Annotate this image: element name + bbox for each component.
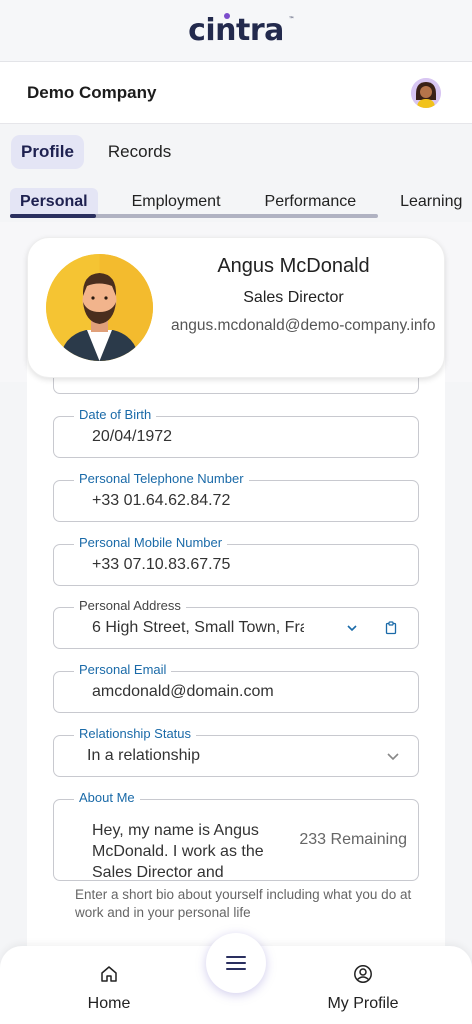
user-circle-icon (354, 965, 372, 983)
relationship-value: In a relationship (87, 747, 200, 764)
personal-email-value: amcdonald@domain.com (92, 683, 274, 700)
tab-learning[interactable]: Learning (390, 188, 472, 216)
trademark: ™ (288, 16, 294, 23)
nav-my-profile-label: My Profile (327, 995, 399, 1012)
clipboard-icon[interactable] (384, 621, 398, 635)
nav-my-profile[interactable]: My Profile (303, 964, 423, 1013)
dob-field[interactable]: Date of Birth 20/04/1972 (53, 407, 419, 458)
nav-home[interactable]: Home (49, 964, 169, 1013)
logo-text: cintra (188, 13, 284, 48)
address-field[interactable]: Personal Address 6 High Street, Small To… (53, 598, 419, 649)
address-label: Personal Address (74, 598, 186, 614)
dob-value: 20/04/1972 (92, 428, 173, 445)
about-me-textarea[interactable]: About Me Hey, my name is Angus McDonald.… (53, 790, 419, 881)
dob-label: Date of Birth (74, 407, 157, 423)
profile-email: angus.mcdonald@demo-company.info (171, 317, 436, 334)
main-tabs: Profile Records (0, 124, 472, 180)
tab-profile[interactable]: Profile (11, 135, 84, 169)
user-avatar[interactable] (411, 77, 441, 108)
home-icon (101, 966, 117, 982)
profile-avatar (46, 254, 153, 361)
menu-button[interactable] (206, 933, 266, 993)
chevron-down-icon[interactable] (386, 749, 400, 763)
telephone-value: +33 01.64.62.84.72 (92, 492, 231, 509)
char-remaining: 233 Remaining (299, 831, 407, 848)
relationship-label: Relationship Status (74, 726, 197, 742)
about-me-helper: Enter a short bio about yourself includi… (75, 887, 412, 920)
personal-email-label: Personal Email (74, 662, 172, 678)
mobile-value: +33 07.10.83.67.75 (92, 556, 231, 573)
personal-email-field[interactable]: Personal Email amcdonald@domain.com (53, 662, 419, 713)
tab-scroll-track (10, 214, 378, 218)
profile-avatar-image (46, 254, 153, 361)
company-bar: Demo Company (0, 62, 472, 124)
relationship-select[interactable]: Relationship Status In a relationship (53, 726, 419, 777)
about-me-value: Hey, my name is Angus McDonald. I work a… (92, 822, 264, 878)
app-header: cintra ™ (0, 0, 472, 62)
tab-records[interactable]: Records (98, 135, 181, 169)
tab-personal[interactable]: Personal (10, 188, 98, 216)
tab-active-indicator (10, 214, 96, 218)
menu-icon (226, 956, 246, 970)
address-value: 6 High Street, Small Town, France (92, 619, 304, 636)
mobile-field[interactable]: Personal Mobile Number +33 07.10.83.67.7… (53, 535, 419, 586)
about-me-label: About Me (74, 790, 140, 806)
cintra-logo: cintra ™ (188, 13, 294, 48)
profile-name: Angus McDonald (217, 255, 370, 277)
tab-employment[interactable]: Employment (122, 188, 231, 216)
user-avatar-icon (411, 77, 441, 108)
profile-card: Angus McDonald Sales Director angus.mcdo… (27, 237, 445, 378)
nav-home-label: Home (87, 995, 131, 1012)
chevron-down-icon[interactable] (345, 621, 359, 635)
tab-performance[interactable]: Performance (255, 188, 367, 216)
telephone-field[interactable]: Personal Telephone Number +33 01.64.62.8… (53, 471, 419, 522)
company-name: Demo Company (27, 82, 157, 102)
telephone-label: Personal Telephone Number (74, 471, 249, 487)
profile-job-title: Sales Director (243, 289, 344, 306)
mobile-label: Personal Mobile Number (74, 535, 228, 551)
